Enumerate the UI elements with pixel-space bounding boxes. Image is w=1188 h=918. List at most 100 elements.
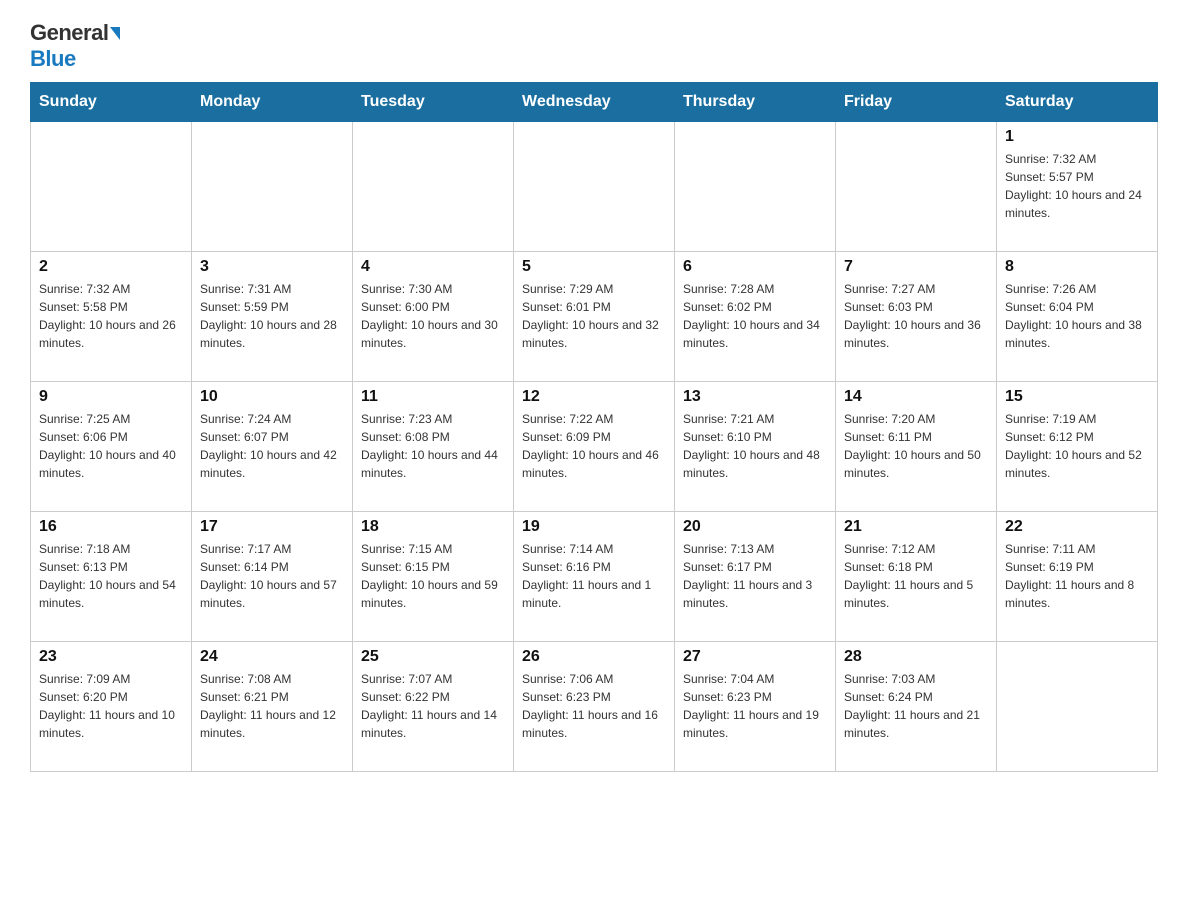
- day-info: Sunrise: 7:14 AM Sunset: 6:16 PM Dayligh…: [522, 540, 666, 612]
- weekday-header-tuesday: Tuesday: [353, 83, 514, 122]
- calendar-cell: 1Sunrise: 7:32 AM Sunset: 5:57 PM Daylig…: [997, 122, 1158, 252]
- logo-general-text: General: [30, 20, 108, 46]
- day-info: Sunrise: 7:18 AM Sunset: 6:13 PM Dayligh…: [39, 540, 183, 612]
- day-number: 12: [522, 388, 666, 406]
- day-number: 10: [200, 388, 344, 406]
- calendar-cell: 28 Sunrise: 7:03 AM Sunset: 6:24 PM Dayli…: [836, 642, 997, 772]
- calendar-cell: [675, 122, 836, 252]
- page-header: General Blue: [30, 20, 1158, 72]
- weekday-header-friday: Friday: [836, 83, 997, 122]
- calendar-cell: 24 Sunrise: 7:08 AM Sunset: 6:21 PM Dayli…: [192, 642, 353, 772]
- day-info: Sunrise: 7:23 AM Sunset: 6:08 PM Dayligh…: [361, 410, 505, 482]
- day-number: 19: [522, 518, 666, 536]
- day-info: Sunrise: 7:15 AM Sunset: 6:15 PM Dayligh…: [361, 540, 505, 612]
- calendar-cell: 15 Sunrise: 7:19 AM Sunset: 6:12 PM Dayli…: [997, 382, 1158, 512]
- calendar-table: SundayMondayTuesdayWednesdayThursdayFrid…: [30, 82, 1158, 772]
- day-info: Sunrise: 7:20 AM Sunset: 6:11 PM Dayligh…: [844, 410, 988, 482]
- day-info: Sunrise: 7:07 AM Sunset: 6:22 PM Dayligh…: [361, 670, 505, 742]
- calendar-week-row: 16 Sunrise: 7:18 AM Sunset: 6:13 PM Dayli…: [31, 512, 1158, 642]
- day-info: Sunrise: 7:26 AM Sunset: 6:04 PM Dayligh…: [1005, 280, 1149, 352]
- calendar-body: 1Sunrise: 7:32 AM Sunset: 5:57 PM Daylig…: [31, 122, 1158, 772]
- calendar-cell: 8Sunrise: 7:26 AM Sunset: 6:04 PM Daylig…: [997, 252, 1158, 382]
- day-number: 9: [39, 388, 183, 406]
- calendar-week-row: 23 Sunrise: 7:09 AM Sunset: 6:20 PM Dayli…: [31, 642, 1158, 772]
- day-info: Sunrise: 7:09 AM Sunset: 6:20 PM Dayligh…: [39, 670, 183, 742]
- logo-blue-text: Blue: [30, 46, 76, 72]
- day-info: Sunrise: 7:17 AM Sunset: 6:14 PM Dayligh…: [200, 540, 344, 612]
- calendar-cell: [997, 642, 1158, 772]
- day-number: 24: [200, 648, 344, 666]
- day-info: Sunrise: 7:24 AM Sunset: 6:07 PM Dayligh…: [200, 410, 344, 482]
- calendar-cell: [353, 122, 514, 252]
- calendar-cell: 10 Sunrise: 7:24 AM Sunset: 6:07 PM Dayli…: [192, 382, 353, 512]
- day-info: Sunrise: 7:19 AM Sunset: 6:12 PM Dayligh…: [1005, 410, 1149, 482]
- day-number: 4: [361, 258, 505, 276]
- calendar-week-row: 9 Sunrise: 7:25 AM Sunset: 6:06 PM Daylig…: [31, 382, 1158, 512]
- calendar-week-row: 2Sunrise: 7:32 AM Sunset: 5:58 PM Daylig…: [31, 252, 1158, 382]
- day-info: Sunrise: 7:21 AM Sunset: 6:10 PM Dayligh…: [683, 410, 827, 482]
- calendar-cell: 7 Sunrise: 7:27 AM Sunset: 6:03 PM Daylig…: [836, 252, 997, 382]
- logo-arrow-icon: [110, 27, 120, 40]
- calendar-cell: [514, 122, 675, 252]
- calendar-cell: 20 Sunrise: 7:13 AM Sunset: 6:17 PM Dayli…: [675, 512, 836, 642]
- calendar-cell: [836, 122, 997, 252]
- calendar-cell: 19 Sunrise: 7:14 AM Sunset: 6:16 PM Dayli…: [514, 512, 675, 642]
- day-info: Sunrise: 7:31 AM Sunset: 5:59 PM Dayligh…: [200, 280, 344, 352]
- day-info: Sunrise: 7:03 AM Sunset: 6:24 PM Dayligh…: [844, 670, 988, 742]
- day-number: 14: [844, 388, 988, 406]
- calendar-cell: 27 Sunrise: 7:04 AM Sunset: 6:23 PM Dayli…: [675, 642, 836, 772]
- weekday-header-wednesday: Wednesday: [514, 83, 675, 122]
- day-number: 27: [683, 648, 827, 666]
- day-info: Sunrise: 7:32 AM Sunset: 5:57 PM Dayligh…: [1005, 150, 1149, 222]
- day-number: 17: [200, 518, 344, 536]
- weekday-header-sunday: Sunday: [31, 83, 192, 122]
- calendar-cell: 3 Sunrise: 7:31 AM Sunset: 5:59 PM Daylig…: [192, 252, 353, 382]
- day-number: 23: [39, 648, 183, 666]
- day-info: Sunrise: 7:04 AM Sunset: 6:23 PM Dayligh…: [683, 670, 827, 742]
- day-number: 2: [39, 258, 183, 276]
- day-number: 22: [1005, 518, 1149, 536]
- day-number: 7: [844, 258, 988, 276]
- calendar-cell: 4 Sunrise: 7:30 AM Sunset: 6:00 PM Daylig…: [353, 252, 514, 382]
- day-number: 15: [1005, 388, 1149, 406]
- day-number: 20: [683, 518, 827, 536]
- calendar-cell: 18 Sunrise: 7:15 AM Sunset: 6:15 PM Dayli…: [353, 512, 514, 642]
- weekday-header-thursday: Thursday: [675, 83, 836, 122]
- day-info: Sunrise: 7:08 AM Sunset: 6:21 PM Dayligh…: [200, 670, 344, 742]
- calendar-week-row: 1Sunrise: 7:32 AM Sunset: 5:57 PM Daylig…: [31, 122, 1158, 252]
- calendar-header: SundayMondayTuesdayWednesdayThursdayFrid…: [31, 83, 1158, 122]
- day-info: Sunrise: 7:30 AM Sunset: 6:00 PM Dayligh…: [361, 280, 505, 352]
- day-number: 21: [844, 518, 988, 536]
- day-number: 25: [361, 648, 505, 666]
- calendar-cell: 14 Sunrise: 7:20 AM Sunset: 6:11 PM Dayli…: [836, 382, 997, 512]
- day-info: Sunrise: 7:12 AM Sunset: 6:18 PM Dayligh…: [844, 540, 988, 612]
- day-info: Sunrise: 7:13 AM Sunset: 6:17 PM Dayligh…: [683, 540, 827, 612]
- day-info: Sunrise: 7:22 AM Sunset: 6:09 PM Dayligh…: [522, 410, 666, 482]
- calendar-cell: 5Sunrise: 7:29 AM Sunset: 6:01 PM Daylig…: [514, 252, 675, 382]
- day-number: 16: [39, 518, 183, 536]
- weekday-header-row: SundayMondayTuesdayWednesdayThursdayFrid…: [31, 83, 1158, 122]
- weekday-header-monday: Monday: [192, 83, 353, 122]
- day-info: Sunrise: 7:06 AM Sunset: 6:23 PM Dayligh…: [522, 670, 666, 742]
- day-number: 6: [683, 258, 827, 276]
- calendar-cell: 9 Sunrise: 7:25 AM Sunset: 6:06 PM Daylig…: [31, 382, 192, 512]
- day-number: 11: [361, 388, 505, 406]
- calendar-cell: 25 Sunrise: 7:07 AM Sunset: 6:22 PM Dayli…: [353, 642, 514, 772]
- calendar-cell: 22 Sunrise: 7:11 AM Sunset: 6:19 PM Dayli…: [997, 512, 1158, 642]
- calendar-cell: [31, 122, 192, 252]
- calendar-cell: 21 Sunrise: 7:12 AM Sunset: 6:18 PM Dayli…: [836, 512, 997, 642]
- calendar-cell: 6Sunrise: 7:28 AM Sunset: 6:02 PM Daylig…: [675, 252, 836, 382]
- calendar-cell: 2Sunrise: 7:32 AM Sunset: 5:58 PM Daylig…: [31, 252, 192, 382]
- logo: General Blue: [30, 20, 120, 72]
- calendar-cell: 16 Sunrise: 7:18 AM Sunset: 6:13 PM Dayli…: [31, 512, 192, 642]
- day-info: Sunrise: 7:11 AM Sunset: 6:19 PM Dayligh…: [1005, 540, 1149, 612]
- day-number: 28: [844, 648, 988, 666]
- day-number: 13: [683, 388, 827, 406]
- day-info: Sunrise: 7:25 AM Sunset: 6:06 PM Dayligh…: [39, 410, 183, 482]
- day-number: 26: [522, 648, 666, 666]
- calendar-cell: 17 Sunrise: 7:17 AM Sunset: 6:14 PM Dayli…: [192, 512, 353, 642]
- day-number: 3: [200, 258, 344, 276]
- day-number: 18: [361, 518, 505, 536]
- day-info: Sunrise: 7:27 AM Sunset: 6:03 PM Dayligh…: [844, 280, 988, 352]
- calendar-cell: [192, 122, 353, 252]
